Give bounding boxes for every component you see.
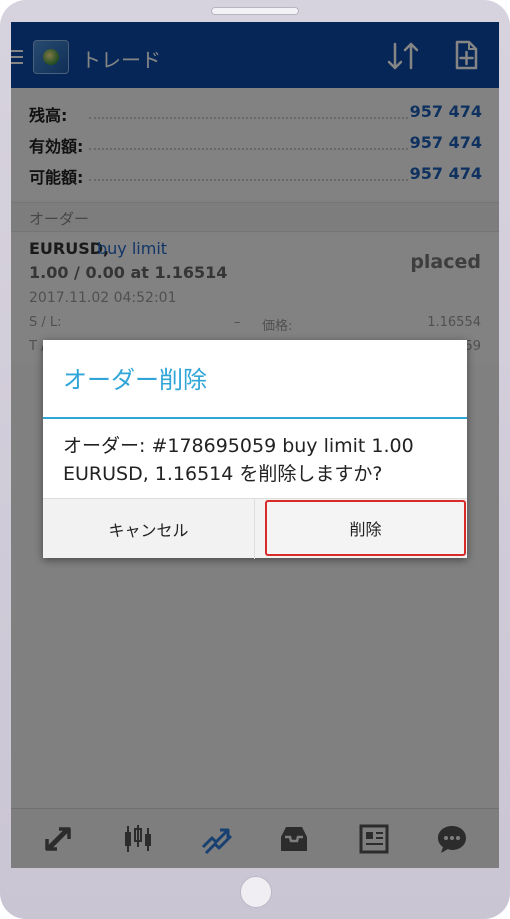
cancel-button[interactable]: キャンセル [43,499,255,559]
dialog-title: オーダー削除 [63,366,207,394]
speaker-slot [211,7,299,15]
dialog-divider [43,417,467,419]
dialog-message: オーダー: #178695059 buy limit 1.00 EURUSD, … [63,435,414,485]
dialog-button-bar: キャンセル 削除 [43,498,467,559]
phone-frame: トレード 残高: 957 474 有効額: 957 474 可能額: 957 4… [0,0,510,919]
home-button[interactable] [240,876,272,908]
delete-button[interactable]: 削除 [265,500,466,556]
screen: トレード 残高: 957 474 有効額: 957 474 可能額: 957 4… [11,22,499,868]
delete-order-dialog: オーダー削除 オーダー: #178695059 buy limit 1.00 E… [43,340,467,559]
